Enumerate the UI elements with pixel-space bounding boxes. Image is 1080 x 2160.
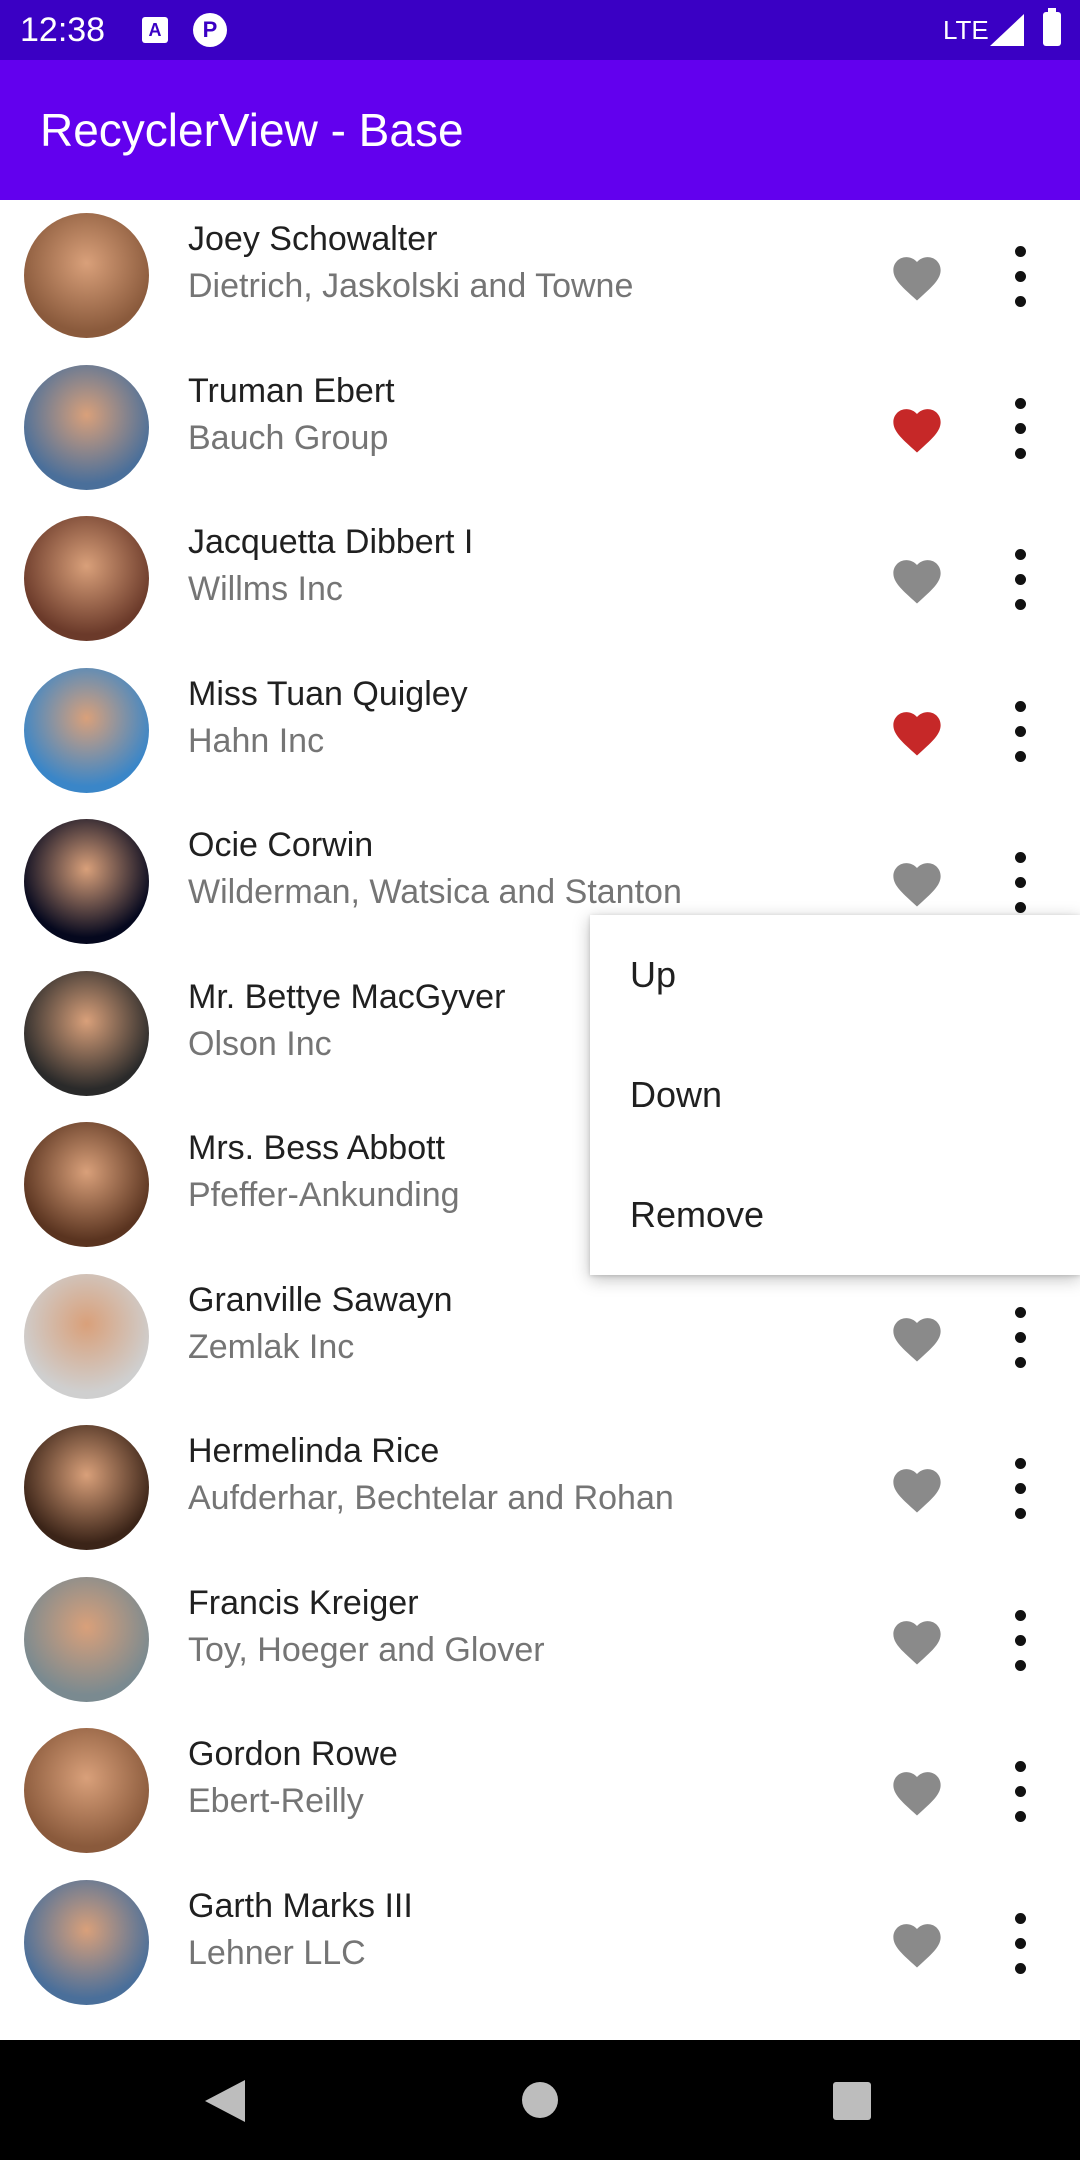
item-company: Lehner LLC [188,1934,366,1972]
avatar [24,971,149,1096]
avatar [24,1425,149,1550]
item-name: Truman Ebert [188,372,395,410]
item-name: Gordon Rowe [188,1735,398,1773]
home-icon[interactable] [522,2082,558,2118]
avatar [24,1122,149,1247]
more-options-icon[interactable] [1000,1907,1040,1979]
favorite-heart-icon[interactable] [888,1917,946,1969]
item-name: Garth Marks III [188,1887,413,1925]
avatar [24,1880,149,2005]
item-company: Willms Inc [188,570,343,608]
more-options-icon[interactable] [1000,1604,1040,1676]
favorite-heart-icon[interactable] [888,402,946,454]
favorite-heart-icon[interactable] [888,553,946,605]
more-options-icon[interactable] [1000,846,1040,918]
page-title: RecyclerView - Base [40,104,464,156]
item-name: Hermelinda Rice [188,1432,440,1470]
status-bar: 12:38 A P LTE [0,0,1080,60]
p-badge-icon: P [193,13,227,47]
item-company: Toy, Hoeger and Glover [188,1631,545,1669]
avatar [24,365,149,490]
item-name: Miss Tuan Quigley [188,675,468,713]
item-name: Francis Kreiger [188,1584,419,1622]
battery-icon [1043,8,1061,46]
item-company: Olson Inc [188,1025,332,1063]
more-options-icon[interactable] [1000,240,1040,312]
popup-menu: Up Down Remove [590,915,1080,1275]
more-options-icon[interactable] [1000,1755,1040,1827]
avatar [24,1274,149,1399]
avatar [24,819,149,944]
more-options-icon[interactable] [1000,1301,1040,1373]
item-company: Pfeffer-Ankunding [188,1176,460,1214]
avatar [24,1577,149,1702]
item-name: Joey Schowalter [188,220,438,258]
list-item[interactable]: Gordon Rowe Ebert-Reilly [0,1715,1080,1866]
list-item[interactable]: Jacquetta Dibbert I Willms Inc [0,503,1080,654]
item-company: Hahn Inc [188,722,325,760]
list-item[interactable]: Granville Sawayn Zemlak Inc [0,1261,1080,1412]
menu-item-remove[interactable]: Remove [590,1155,1080,1275]
recents-icon[interactable] [833,2082,871,2120]
item-company: Aufderhar, Bechtelar and Rohan [188,1479,674,1517]
more-options-icon[interactable] [1000,543,1040,615]
favorite-heart-icon[interactable] [888,1462,946,1514]
item-name: Ocie Corwin [188,826,374,864]
more-options-icon[interactable] [1000,392,1040,464]
item-name: Mr. Bettye MacGyver [188,978,506,1016]
favorite-heart-icon[interactable] [888,1765,946,1817]
more-options-icon[interactable] [1000,695,1040,767]
avatar [24,1728,149,1853]
app-bar: RecyclerView - Base [0,60,1080,200]
item-company: Ebert-Reilly [188,1782,364,1820]
more-options-icon[interactable] [1000,1452,1040,1524]
avatar [24,213,149,338]
list-item[interactable]: Joey Schowalter Dietrich, Jaskolski and T… [0,200,1080,351]
item-company: Bauch Group [188,419,389,457]
favorite-heart-icon[interactable] [888,1311,946,1363]
menu-item-up[interactable]: Up [590,915,1080,1035]
list-item[interactable]: Hermelinda Rice Aufderhar, Bechtelar and … [0,1412,1080,1563]
favorite-heart-icon[interactable] [888,705,946,757]
menu-item-down[interactable]: Down [590,1035,1080,1155]
status-time: 12:38 [20,11,106,49]
item-company: Dietrich, Jaskolski and Towne [188,267,634,305]
item-company: Zemlak Inc [188,1328,355,1366]
item-name: Granville Sawayn [188,1281,453,1319]
network-type: LTE [943,15,989,45]
list-item[interactable]: Miss Tuan Quigley Hahn Inc [0,655,1080,806]
list-item[interactable]: Garth Marks III Lehner LLC [0,1867,1080,2018]
list-item[interactable]: Truman Ebert Bauch Group [0,352,1080,503]
signal-icon [990,14,1024,46]
navigation-bar [0,2040,1080,2160]
favorite-heart-icon[interactable] [888,856,946,908]
item-name: Jacquetta Dibbert I [188,523,474,561]
a-badge-icon: A [142,17,168,43]
favorite-heart-icon[interactable] [888,250,946,302]
avatar [24,668,149,793]
back-icon[interactable] [205,2080,245,2122]
avatar [24,516,149,641]
list-item[interactable]: Francis Kreiger Toy, Hoeger and Glover [0,1564,1080,1715]
item-name: Mrs. Bess Abbott [188,1129,445,1167]
favorite-heart-icon[interactable] [888,1614,946,1666]
item-company: Wilderman, Watsica and Stanton [188,873,682,911]
